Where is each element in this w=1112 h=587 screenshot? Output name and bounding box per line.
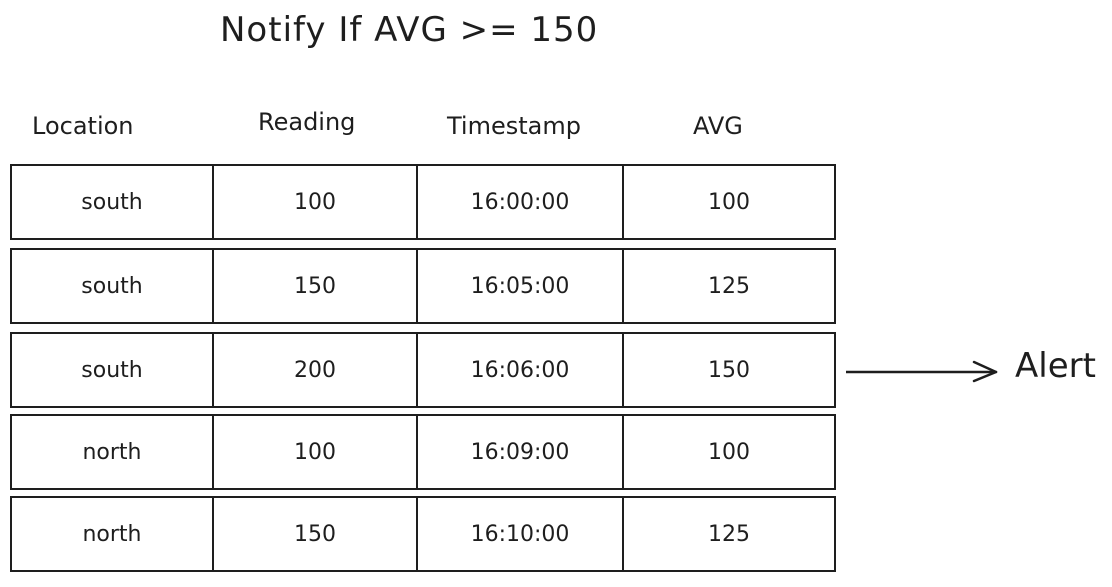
table-row: north 100 16:09:00 100 — [10, 414, 836, 490]
cell-reading: 100 — [214, 166, 418, 238]
header-avg: AVG — [693, 112, 743, 140]
diagram-title: Notify If AVG >= 150 — [220, 10, 599, 50]
cell-reading: 150 — [214, 250, 418, 322]
cell-timestamp: 16:10:00 — [418, 498, 624, 570]
arrow-icon — [846, 360, 998, 383]
cell-reading: 100 — [214, 416, 418, 488]
cell-location: north — [12, 416, 214, 488]
cell-timestamp: 16:06:00 — [418, 334, 624, 406]
table-row: south 100 16:00:00 100 — [10, 164, 836, 240]
cell-location: north — [12, 498, 214, 570]
cell-avg: 150 — [708, 357, 750, 383]
cell-timestamp: 16:05:00 — [418, 250, 624, 322]
cell-avg: 125 — [708, 273, 750, 299]
cell-location: south — [12, 334, 214, 406]
header-location: Location — [32, 112, 134, 140]
alert-label: Alert — [1015, 346, 1096, 386]
table-row: south 150 16:05:00 125 — [10, 248, 836, 324]
cell-location: south — [12, 166, 214, 238]
cell-avg: 100 — [708, 439, 750, 465]
cell-reading: 150 — [214, 498, 418, 570]
cell-avg: 100 — [708, 189, 750, 215]
header-timestamp: Timestamp — [447, 112, 581, 140]
cell-location: south — [12, 250, 214, 322]
table-row: south 200 16:06:00 150 — [10, 332, 836, 408]
cell-reading: 200 — [214, 334, 418, 406]
cell-timestamp: 16:00:00 — [418, 166, 624, 238]
table-row: north 150 16:10:00 125 — [10, 496, 836, 572]
cell-avg: 125 — [708, 521, 750, 547]
header-reading: Reading — [258, 108, 356, 136]
cell-timestamp: 16:09:00 — [418, 416, 624, 488]
